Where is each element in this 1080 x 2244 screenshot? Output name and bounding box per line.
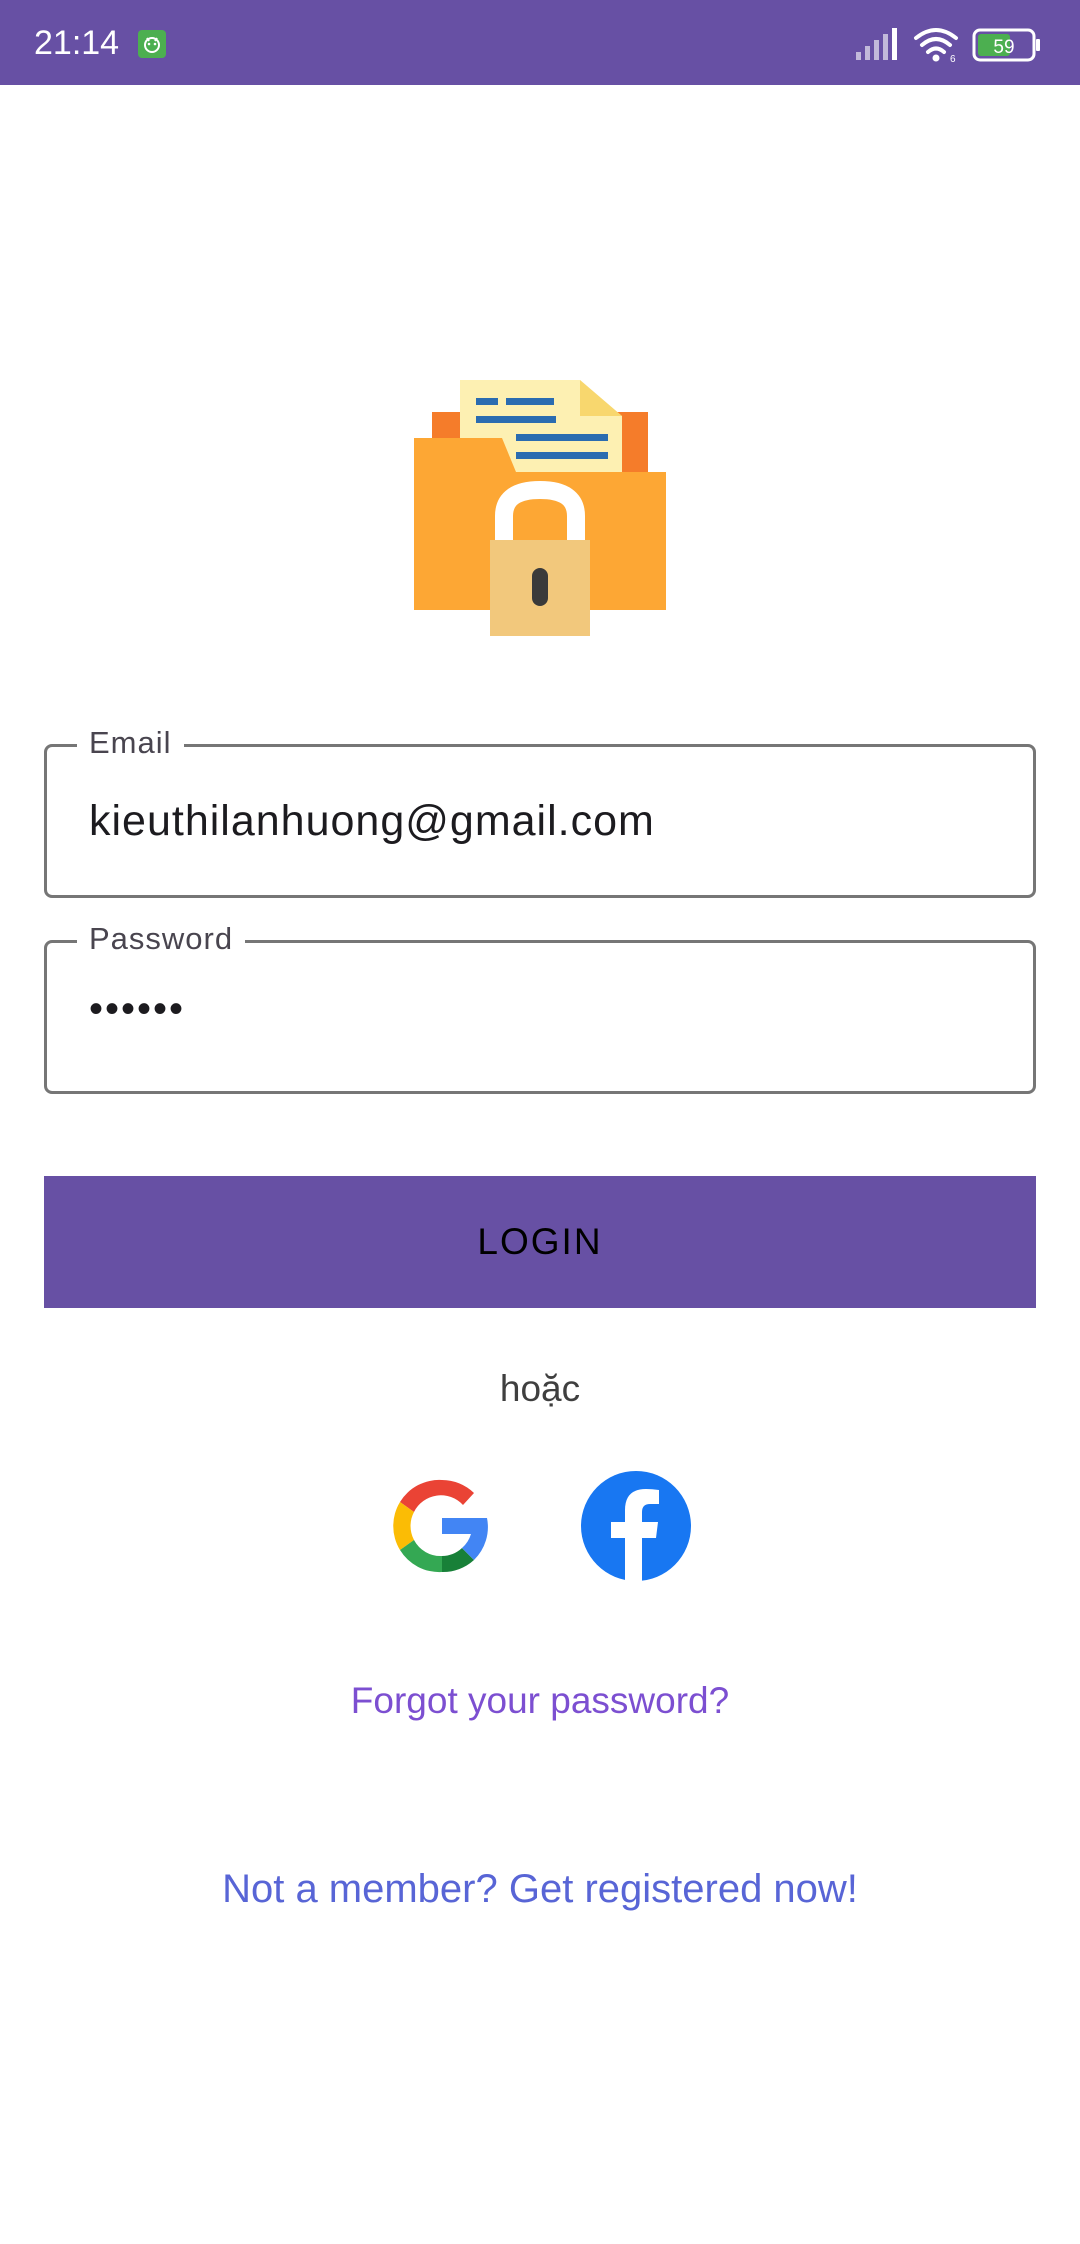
or-divider-text: hoặc bbox=[499, 1368, 581, 1409]
locked-folder-icon bbox=[414, 380, 666, 636]
facebook-icon[interactable] bbox=[580, 1470, 692, 1582]
password-input[interactable]: •••••• bbox=[89, 987, 185, 1032]
email-input[interactable]: kieuthilanhuong@gmail.com bbox=[89, 797, 655, 846]
status-bar: 21:14 6 59 bbox=[0, 0, 1080, 85]
password-field[interactable]: Password •••••• bbox=[44, 921, 1036, 1094]
signal-icon bbox=[856, 28, 897, 60]
status-time: 21:14 bbox=[34, 24, 120, 62]
battery-level: 59 bbox=[993, 37, 1014, 58]
email-field[interactable]: Email kieuthilanhuong@gmail.com bbox=[44, 725, 1036, 898]
battery-icon: 59 bbox=[972, 28, 1042, 62]
register-link[interactable]: Not a member? Get registered now! bbox=[0, 1867, 1080, 1912]
forgot-password-link[interactable]: Forgot your password? bbox=[0, 1680, 1080, 1722]
password-label: Password bbox=[77, 921, 246, 957]
google-icon[interactable] bbox=[386, 1470, 498, 1582]
app-notification-icon bbox=[138, 30, 166, 58]
wifi-icon: 6 bbox=[914, 28, 958, 64]
svg-text:6: 6 bbox=[950, 54, 956, 64]
login-button[interactable]: LOGIN bbox=[44, 1176, 1036, 1308]
email-label: Email bbox=[77, 725, 184, 761]
